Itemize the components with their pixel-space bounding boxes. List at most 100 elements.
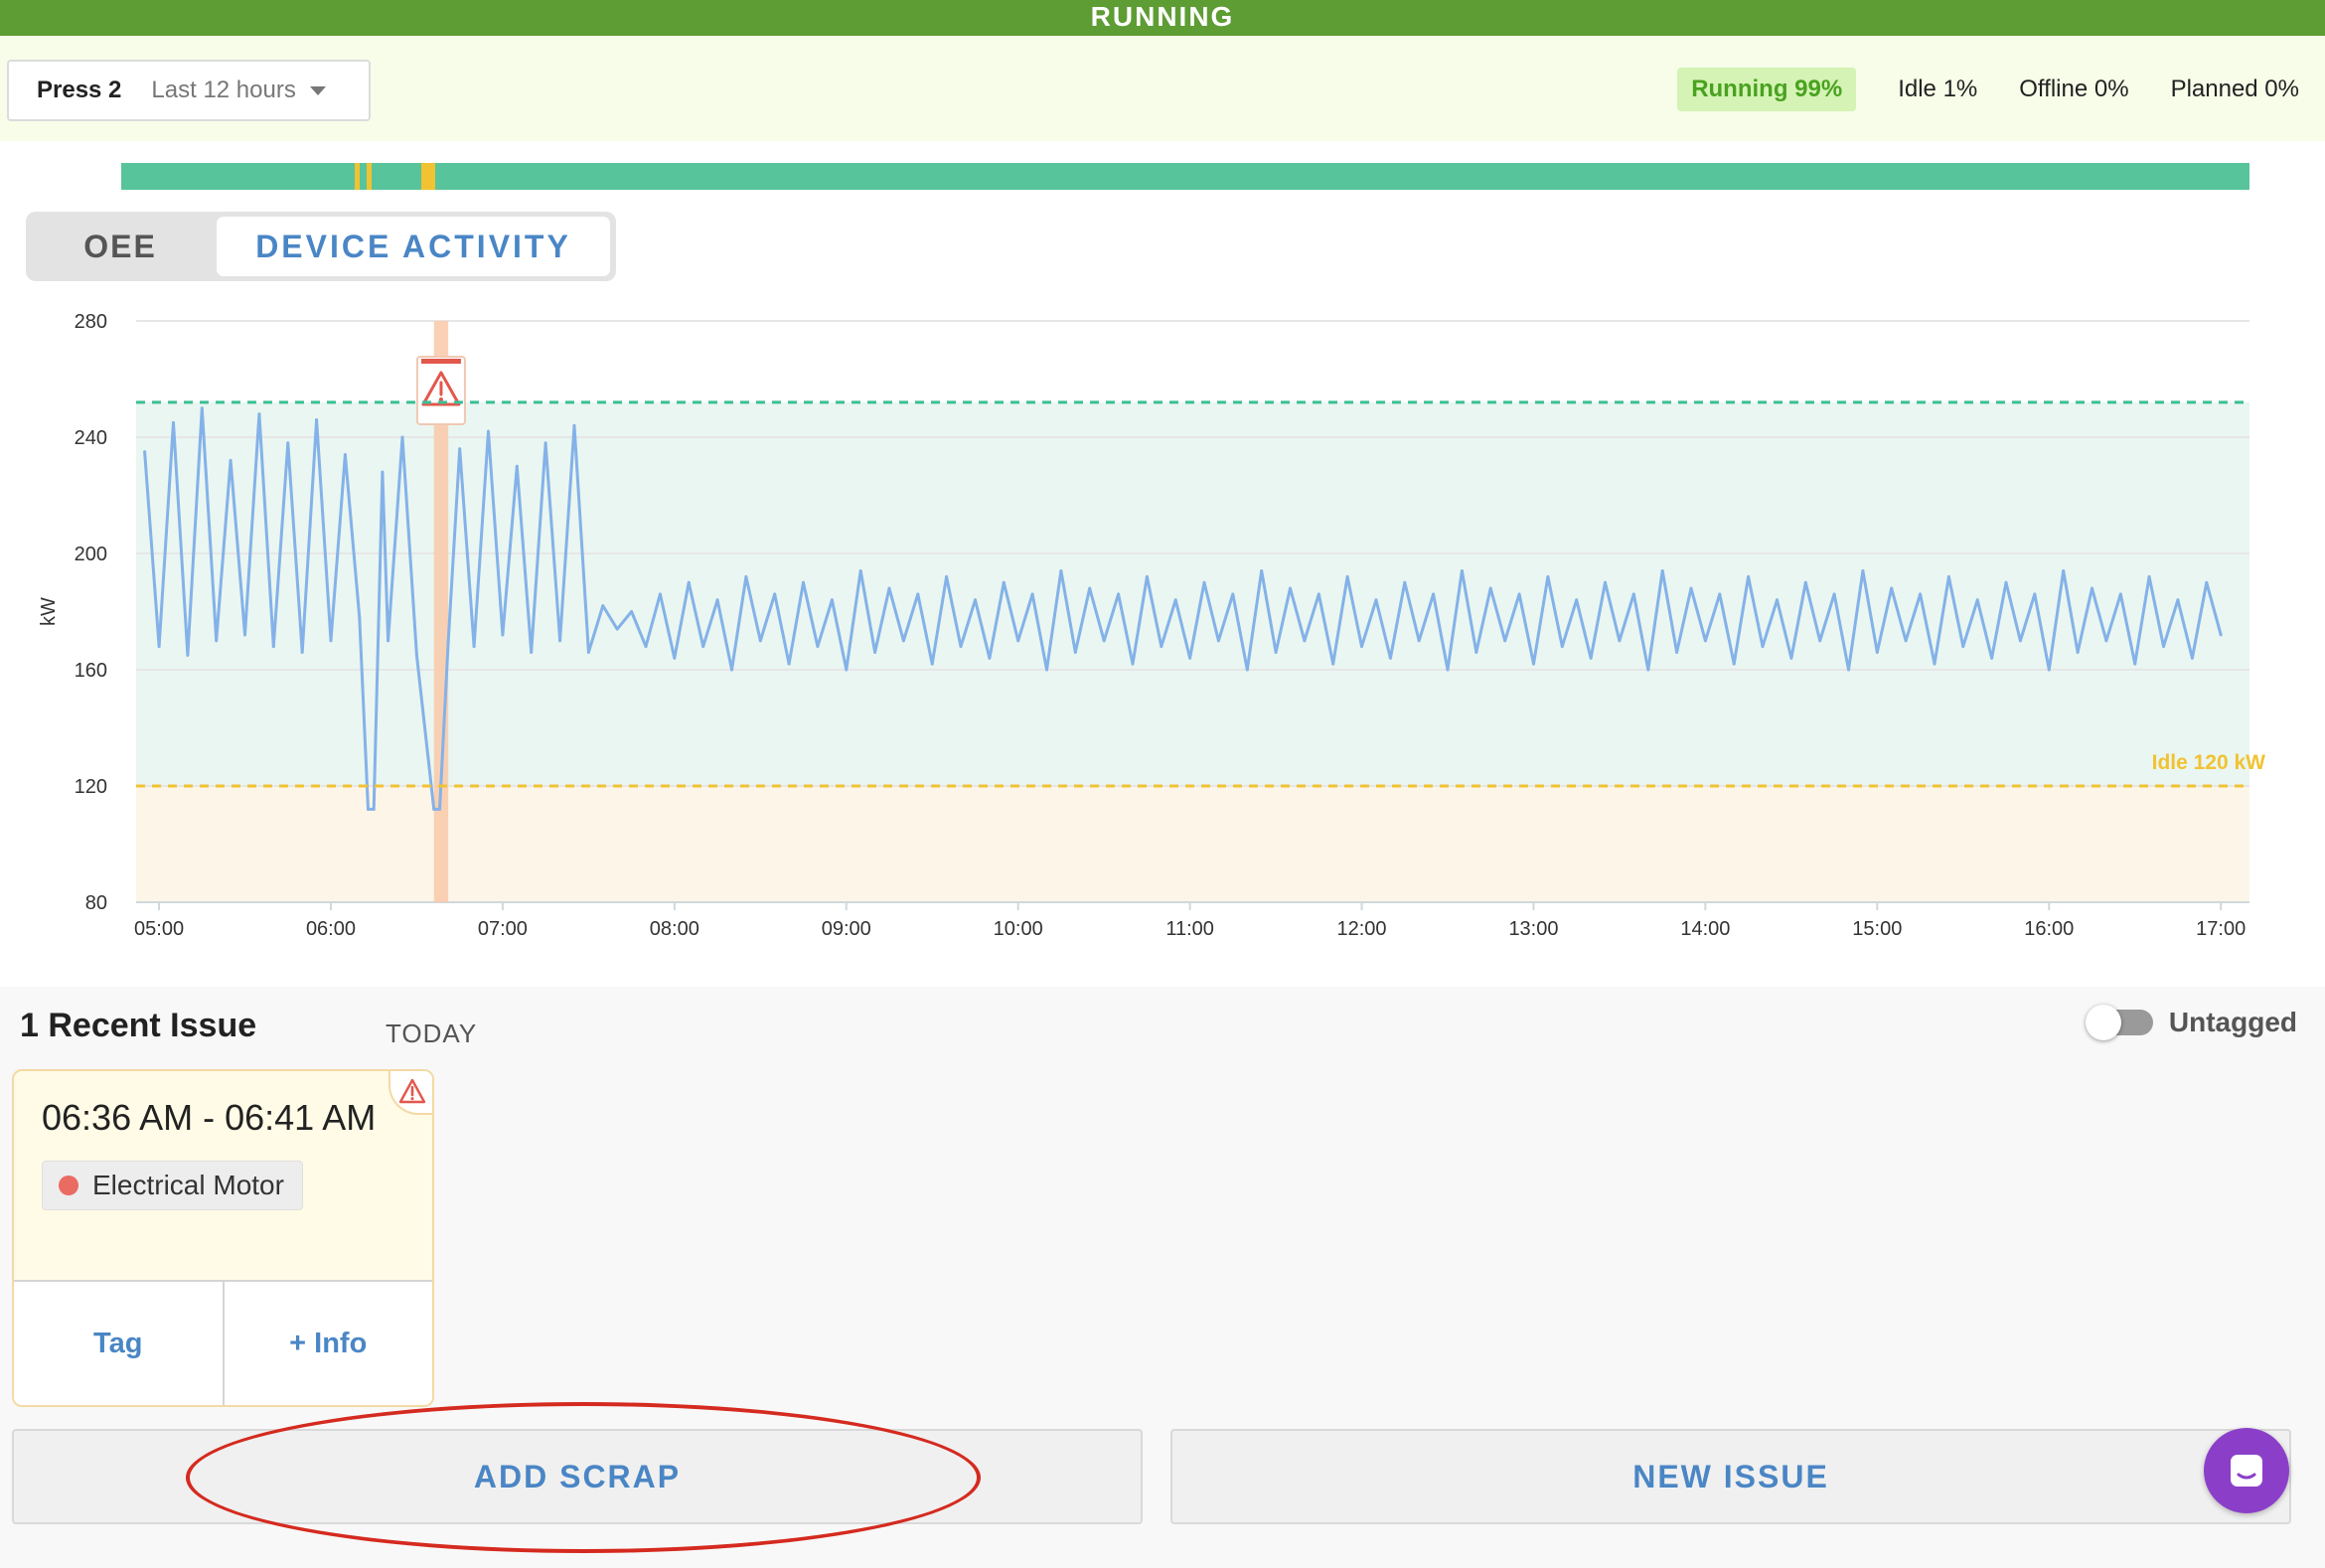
caret-down-icon[interactable] [309,85,326,95]
data-point [2190,656,2194,660]
issues-title: 1 Recent Issue [20,1007,257,1044]
data-point [1803,580,1807,584]
y-axis-label: kW [38,597,60,626]
device-activity-chart: 80 120 160 200 240 280 kW 05:00 06:00 07:00 08:00 0… [38,311,2266,940]
device-selector[interactable]: Press 2 Last 12 hours [7,60,371,121]
tab-oee[interactable]: OEE [26,212,215,281]
device-name: Press 2 [37,77,122,103]
data-point [615,627,619,631]
data-point [1575,598,1579,602]
data-point [1604,580,1608,584]
data-point [2118,592,2122,596]
data-point [1145,574,1149,578]
data-point [2219,633,2223,637]
app-root: RUNNING Press 2 Last 12 hours Running 99… [0,0,2325,1568]
warning-icon [398,1078,426,1104]
y-tick-label: 280 [75,311,107,333]
data-point [1102,639,1106,643]
data-point [1718,592,1722,596]
x-tick-label: 05:00 [134,918,184,940]
data-point [543,441,547,445]
data-point [729,668,733,672]
data-point [773,592,777,596]
data-point [644,645,648,649]
data-point [472,645,476,649]
data-point [1689,586,1693,590]
data-point [601,604,605,608]
data-point [1531,662,1535,666]
data-point [171,420,175,424]
data-point [830,598,834,602]
data-point [1789,656,1793,660]
data-point [887,586,891,590]
data-point [1002,580,1006,584]
data-point [1818,639,1822,643]
data-point [845,668,849,672]
data-point [2133,662,2137,666]
issue-card[interactable]: 06:36 AM - 06:41 AM Electrical Motor Tag… [12,1069,434,1407]
data-point [1059,569,1063,573]
x-tick-label: 07:00 [478,918,528,940]
data-point [1216,639,1220,643]
toggle-knob[interactable] [2085,1005,2121,1040]
data-point [758,639,762,643]
chart-band [136,786,2249,902]
data-point [945,574,949,578]
data-point [1517,592,1521,596]
state-timeline-bar[interactable] [121,163,2249,190]
state-stats: Running 99% Idle 1% Offline 0% Planned 0… [1677,68,2299,111]
data-point [1446,668,1450,672]
timeline-idle-segment[interactable] [355,163,361,190]
data-point [1274,650,1278,654]
data-point [1646,668,1650,672]
x-tick-label: 10:00 [994,918,1043,940]
x-tick-label: 15:00 [1852,918,1902,940]
data-point [988,656,992,660]
status-banner: RUNNING [0,0,2325,36]
data-point [458,447,462,451]
data-point [2076,650,2080,654]
data-point [1403,580,1407,584]
new-issue-button[interactable]: NEW ISSUE [1170,1429,2291,1524]
data-point [1675,650,1679,654]
timeline-idle-segment[interactable] [366,163,372,190]
x-tick-label: 09:00 [822,918,871,940]
data-point [1503,639,1507,643]
data-point [1202,580,1206,584]
data-point [1975,598,1979,602]
threshold-label: Idle 120 kW [2152,751,2266,774]
issue-actions: Tag + Info [14,1280,432,1405]
data-point [1360,645,1364,649]
data-point [586,650,590,654]
data-point [858,569,862,573]
untagged-toggle[interactable] [2085,1005,2153,1040]
data-point [1961,645,1965,649]
data-point [200,406,204,410]
data-point [358,615,362,619]
data-point [400,435,404,439]
data-point [1317,592,1320,596]
data-point [1245,668,1249,672]
x-tick-label: 14:00 [1680,918,1730,940]
data-point [2018,639,2022,643]
data-point [1417,639,1421,643]
data-point [1660,569,1664,573]
data-point [973,598,977,602]
tag-button[interactable]: Tag [14,1282,223,1405]
add-scrap-button[interactable]: ADD SCRAP [12,1429,1143,1524]
data-point [1288,586,1292,590]
data-point [1345,574,1349,578]
time-range-select[interactable]: Last 12 hours [151,77,295,104]
tab-device-activity[interactable]: DEVICE ACTIVITY [217,217,610,276]
add-info-button[interactable]: + Info [222,1282,433,1405]
data-point [1618,639,1622,643]
stat-planned: Planned 0% [2170,76,2299,102]
timeline-idle-segment[interactable] [420,163,436,190]
data-point [873,650,877,654]
data-point [1946,574,1950,578]
data-point [372,807,376,811]
chat-button[interactable] [2204,1428,2289,1513]
data-point [802,580,806,584]
x-tick-label: 13:00 [1508,918,1558,940]
data-point [271,645,275,649]
